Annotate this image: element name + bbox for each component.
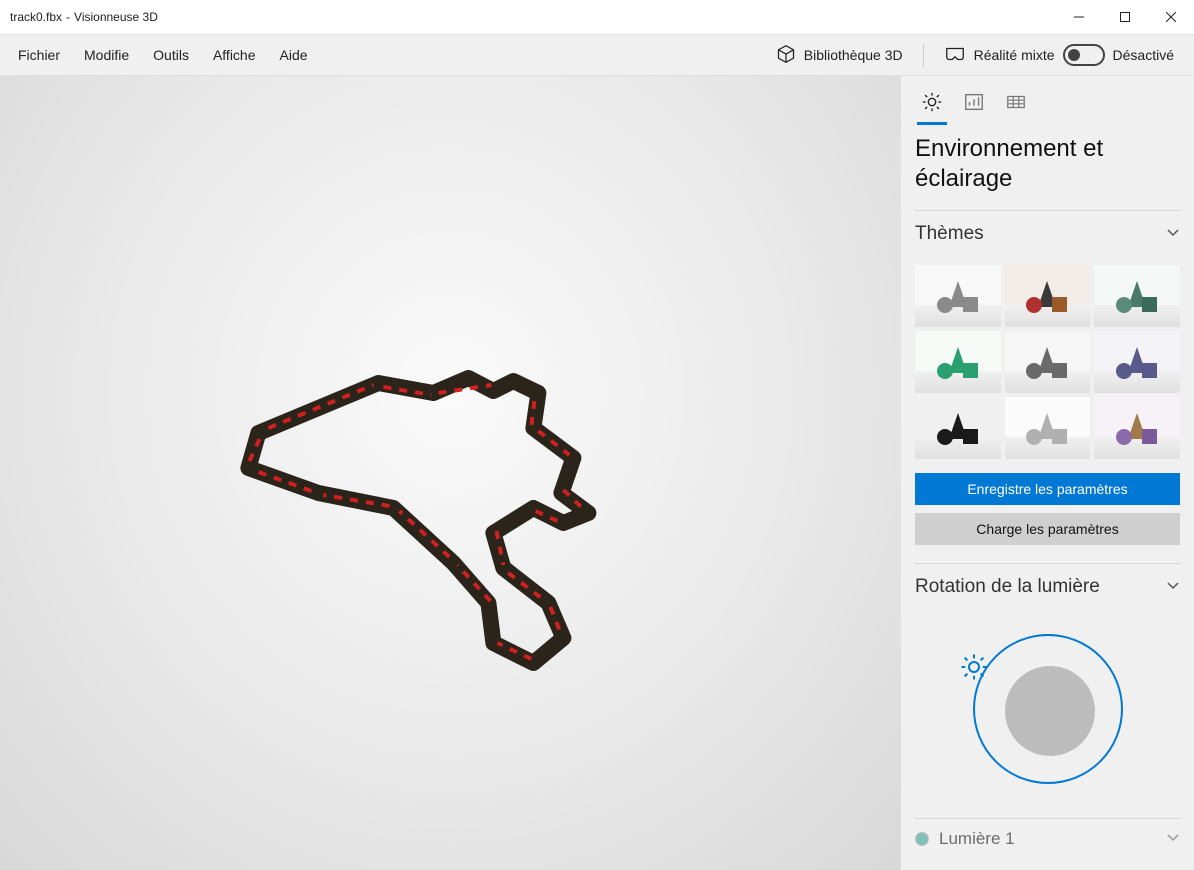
titlebar: track0.fbx - Visionneuse 3D xyxy=(0,0,1194,34)
rotation-title: Rotation de la lumière xyxy=(915,576,1100,598)
theme-shapes-icon xyxy=(1108,341,1166,383)
window-controls xyxy=(1056,0,1194,34)
light-rotation-dial[interactable] xyxy=(963,624,1133,794)
theme-shapes-icon xyxy=(929,407,987,449)
tab-environment[interactable] xyxy=(911,85,953,123)
menubar-left: Fichier Modifie Outils Affiche Aide xyxy=(6,37,320,73)
close-button[interactable] xyxy=(1148,0,1194,34)
light-1-label: Lumière 1 xyxy=(939,829,1015,849)
mixed-reality-state: Désactivé xyxy=(1113,47,1174,63)
sun-icon xyxy=(921,91,943,118)
themes-title: Thèmes xyxy=(915,223,984,245)
theme-shapes-icon xyxy=(929,341,987,383)
minimize-button[interactable] xyxy=(1056,0,1102,34)
chevron-down-icon xyxy=(1166,225,1180,244)
theme-thumbnail[interactable] xyxy=(1005,397,1091,459)
theme-shapes-icon xyxy=(1018,407,1076,449)
track-model xyxy=(193,293,653,693)
library-3d-button[interactable]: Bibliothèque 3D xyxy=(770,38,909,73)
grid-icon xyxy=(1005,91,1027,118)
menu-help[interactable]: Aide xyxy=(268,37,320,73)
theme-shapes-icon xyxy=(1018,341,1076,383)
theme-shapes-icon xyxy=(929,275,987,317)
menu-tools[interactable]: Outils xyxy=(141,37,201,73)
menubar-right: Bibliothèque 3D Réalité mixte Désactivé xyxy=(770,38,1188,73)
theme-thumbnail[interactable] xyxy=(915,397,1001,459)
title-filename: track0.fbx xyxy=(10,10,62,24)
menubar: Fichier Modifie Outils Affiche Aide Bibl… xyxy=(0,34,1194,76)
panel-buttons: Enregistre les paramètres Charge les par… xyxy=(901,473,1194,563)
3d-viewport[interactable] xyxy=(0,76,901,870)
main-area: Environnement et éclairage Thèmes xyxy=(0,76,1194,870)
tab-stats[interactable] xyxy=(953,85,995,123)
save-settings-button[interactable]: Enregistre les paramètres xyxy=(915,473,1180,505)
dial-inner-circle xyxy=(1005,666,1095,756)
menu-file[interactable]: Fichier xyxy=(6,37,72,73)
theme-thumbnail[interactable] xyxy=(1005,331,1091,393)
theme-thumbnail[interactable] xyxy=(915,331,1001,393)
theme-thumbnail[interactable] xyxy=(1094,265,1180,327)
themes-grid xyxy=(901,257,1194,473)
rotation-area xyxy=(901,610,1194,818)
theme-thumbnail[interactable] xyxy=(915,265,1001,327)
mixed-reality-toggle[interactable] xyxy=(1063,44,1105,66)
theme-shapes-icon xyxy=(1108,407,1166,449)
mixed-reality-group: Réalité mixte Désactivé xyxy=(938,38,1180,72)
theme-shapes-icon xyxy=(1018,275,1076,317)
panel-title: Environnement et éclairage xyxy=(901,124,1194,210)
load-settings-button[interactable]: Charge les paramètres xyxy=(915,513,1180,545)
title-separator: - xyxy=(66,10,70,24)
chevron-down-icon xyxy=(1166,830,1180,849)
panel-tabs xyxy=(901,76,1194,124)
section-themes-header[interactable]: Thèmes xyxy=(901,211,1194,257)
stats-icon xyxy=(963,91,985,118)
side-panel: Environnement et éclairage Thèmes xyxy=(901,76,1194,870)
menu-display[interactable]: Affiche xyxy=(201,37,268,73)
cube-icon xyxy=(776,44,796,67)
window-title: track0.fbx - Visionneuse 3D xyxy=(10,10,158,24)
title-appname: Visionneuse 3D xyxy=(74,10,158,24)
light-1-row[interactable]: Lumière 1 xyxy=(901,819,1194,853)
theme-shapes-icon xyxy=(1108,275,1166,317)
maximize-button[interactable] xyxy=(1102,0,1148,34)
sun-marker-icon xyxy=(959,652,989,687)
theme-thumbnail[interactable] xyxy=(1094,331,1180,393)
headset-icon xyxy=(944,45,966,66)
separator xyxy=(923,43,924,67)
library-3d-label: Bibliothèque 3D xyxy=(804,47,903,63)
theme-thumbnail[interactable] xyxy=(1005,265,1091,327)
mixed-reality-label: Réalité mixte xyxy=(974,47,1055,63)
menu-edit[interactable]: Modifie xyxy=(72,37,141,73)
toggle-knob xyxy=(1068,49,1080,61)
tab-grid[interactable] xyxy=(995,85,1037,123)
theme-thumbnail[interactable] xyxy=(1094,397,1180,459)
chevron-down-icon xyxy=(1166,578,1180,597)
light-color-swatch xyxy=(915,832,929,846)
section-rotation-header[interactable]: Rotation de la lumière xyxy=(901,564,1194,610)
